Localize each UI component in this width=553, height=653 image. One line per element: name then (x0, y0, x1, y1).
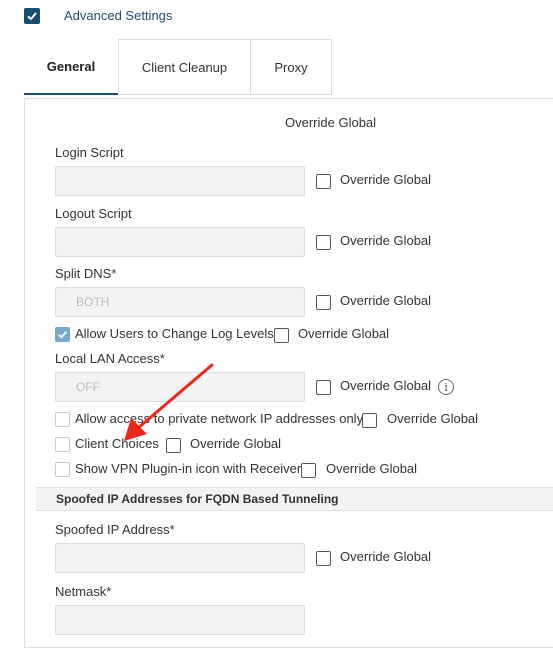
netmask-label: Netmask* (55, 584, 112, 599)
local-lan-access-override-label: Override Global (340, 378, 432, 393)
split-dns-select[interactable]: BOTH (55, 287, 305, 317)
spoofed-ip-section-header: Spoofed IP Addresses for FQDN Based Tunn… (36, 487, 553, 511)
allow-private-ip-override-checkbox[interactable] (362, 413, 377, 428)
spoofed-ip-override-label: Override Global (340, 549, 432, 564)
info-icon[interactable]: i (438, 379, 454, 395)
split-dns-override-label: Override Global (340, 293, 432, 308)
logout-script-input[interactable] (55, 227, 305, 257)
client-choices-override-label: Override Global (190, 436, 282, 451)
tab-proxy[interactable]: Proxy (251, 39, 332, 95)
spoofed-ip-input[interactable] (55, 543, 305, 573)
allow-private-ip-label: Allow access to private network IP addre… (75, 411, 364, 426)
override-global-header: Override Global (285, 115, 377, 130)
checkmark-icon (27, 12, 37, 21)
client-choices-label: Client Choices (75, 436, 159, 451)
split-dns-override-checkbox[interactable] (316, 295, 331, 310)
advanced-settings-title: Advanced Settings (64, 8, 173, 23)
allow-private-ip-override-label: Override Global (387, 411, 479, 426)
login-script-override-label: Override Global (340, 172, 432, 187)
allow-private-ip-checkbox[interactable] (55, 412, 70, 427)
spoofed-ip-override-checkbox[interactable] (316, 551, 331, 566)
allow-log-levels-override-checkbox[interactable] (274, 328, 289, 343)
logout-script-override-checkbox[interactable] (316, 235, 331, 250)
local-lan-access-select[interactable]: OFF (55, 372, 305, 402)
show-vpn-plugin-label: Show VPN Plugin-in icon with Receiver (75, 461, 302, 476)
checkmark-icon (58, 331, 67, 339)
spoofed-ip-label: Spoofed IP Address* (55, 522, 175, 537)
allow-log-levels-checkbox[interactable] (55, 327, 70, 342)
local-lan-access-override-checkbox[interactable] (316, 380, 331, 395)
advanced-settings-checkbox[interactable] (24, 8, 40, 24)
show-vpn-plugin-checkbox[interactable] (55, 462, 70, 477)
login-script-label: Login Script (55, 145, 124, 160)
show-vpn-plugin-override-checkbox[interactable] (301, 463, 316, 478)
netmask-input[interactable] (55, 605, 305, 635)
tab-bar: General Client Cleanup Proxy (24, 39, 332, 95)
logout-script-override-label: Override Global (340, 233, 432, 248)
split-dns-label: Split DNS* (55, 266, 117, 281)
show-vpn-plugin-override-label: Override Global (326, 461, 418, 476)
login-script-override-checkbox[interactable] (316, 174, 331, 189)
local-lan-access-label: Local LAN Access* (55, 351, 165, 366)
tab-general[interactable]: General (24, 39, 118, 95)
login-script-input[interactable] (55, 166, 305, 196)
tab-client-cleanup[interactable]: Client Cleanup (118, 39, 251, 95)
allow-log-levels-override-label: Override Global (298, 326, 390, 341)
allow-log-levels-label: Allow Users to Change Log Levels (75, 326, 274, 341)
client-choices-checkbox[interactable] (55, 437, 70, 452)
logout-script-label: Logout Script (55, 206, 132, 221)
client-choices-override-checkbox[interactable] (166, 438, 181, 453)
